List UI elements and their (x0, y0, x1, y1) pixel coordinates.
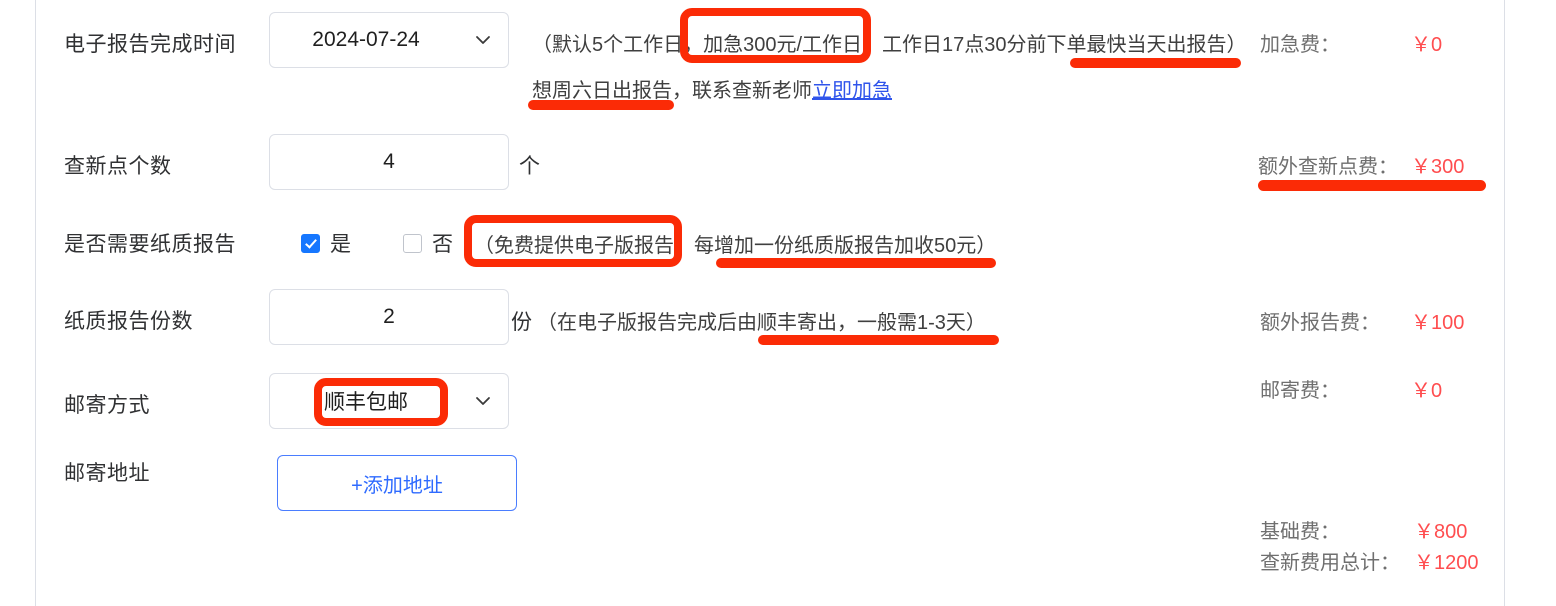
price-label-extra-point-fee: 额外查新点费： (1258, 156, 1398, 178)
price-label-total-fee: 查新费用总计： (1260, 552, 1400, 574)
row-label-paper-report-count: 纸质报告份数 (64, 310, 193, 333)
order-form-panel: 电子报告完成时间 2024-07-24 （默认5个工作日，加急300元/工作日，… (35, 0, 1505, 606)
shipping-method-select[interactable]: 顺丰包邮 (269, 373, 509, 429)
price-label-base-fee: 基础费： (1260, 521, 1340, 543)
checkbox-checked-icon[interactable] (301, 233, 320, 253)
price-value-rush-fee: ￥0 (1411, 34, 1443, 56)
paper-report-yes-label: 是 (330, 233, 351, 256)
paper-report-count-value: 2 (383, 305, 395, 328)
report-time-hint-line1: （默认5个工作日，加急300元/工作日，工作日17点30分前下单最快当天出报告） (532, 34, 1247, 56)
shipping-method-value: 顺丰包邮 (324, 391, 408, 414)
row-label-need-paper-report: 是否需要纸质报告 (64, 233, 236, 256)
row-label-shipping-method: 邮寄方式 (64, 394, 150, 417)
checkbox-unchecked-icon[interactable] (403, 233, 422, 253)
chevron-down-icon (472, 374, 494, 428)
paper-report-count-input[interactable]: 2 (269, 289, 509, 345)
add-address-button[interactable]: +添加地址 (277, 455, 517, 511)
chevron-down-icon (472, 13, 494, 67)
price-value-base-fee: ￥800 (1414, 521, 1468, 543)
paper-report-count-hint: （在电子版报告完成后由顺丰寄出，一般需1-3天） (537, 312, 986, 334)
price-label-shipping-fee: 邮寄费： (1260, 380, 1340, 402)
price-value-shipping-fee: ￥0 (1411, 380, 1443, 402)
paper-report-yes-option[interactable]: 是 (301, 228, 351, 258)
novelty-points-value: 4 (383, 150, 395, 173)
row-label-shipping-address: 邮寄地址 (64, 462, 150, 485)
paper-report-no-label: 否 (432, 233, 453, 256)
novelty-points-input[interactable]: 4 (269, 134, 509, 190)
price-value-extra-report-fee: ￥100 (1411, 312, 1465, 334)
report-completion-date-select[interactable]: 2024-07-24 (269, 12, 509, 68)
price-label-rush-fee: 加急费： (1260, 34, 1340, 56)
price-label-extra-report-fee: 额外报告费： (1260, 312, 1380, 334)
report-time-hint-line2-prefix: 想周六日出报告，联系查新老师 (532, 80, 812, 102)
paper-report-count-unit: 份 (511, 311, 532, 334)
report-time-hint-line2: 想周六日出报告，联系查新老师立即加急 (532, 74, 892, 103)
novelty-points-unit: 个 (519, 155, 540, 178)
report-completion-date-value: 2024-07-24 (312, 28, 420, 51)
price-value-extra-point-fee: ￥300 (1411, 156, 1465, 178)
row-label-novelty-points: 查新点个数 (64, 155, 172, 178)
paper-report-no-option[interactable]: 否 (403, 228, 453, 258)
row-label-report-time: 电子报告完成时间 (64, 33, 236, 56)
price-value-total-fee: ￥1200 (1414, 552, 1479, 574)
paper-report-hint: （免费提供电子版报告，每增加一份纸质版报告加收50元） (474, 235, 997, 257)
rush-now-link[interactable]: 立即加急 (812, 80, 892, 102)
